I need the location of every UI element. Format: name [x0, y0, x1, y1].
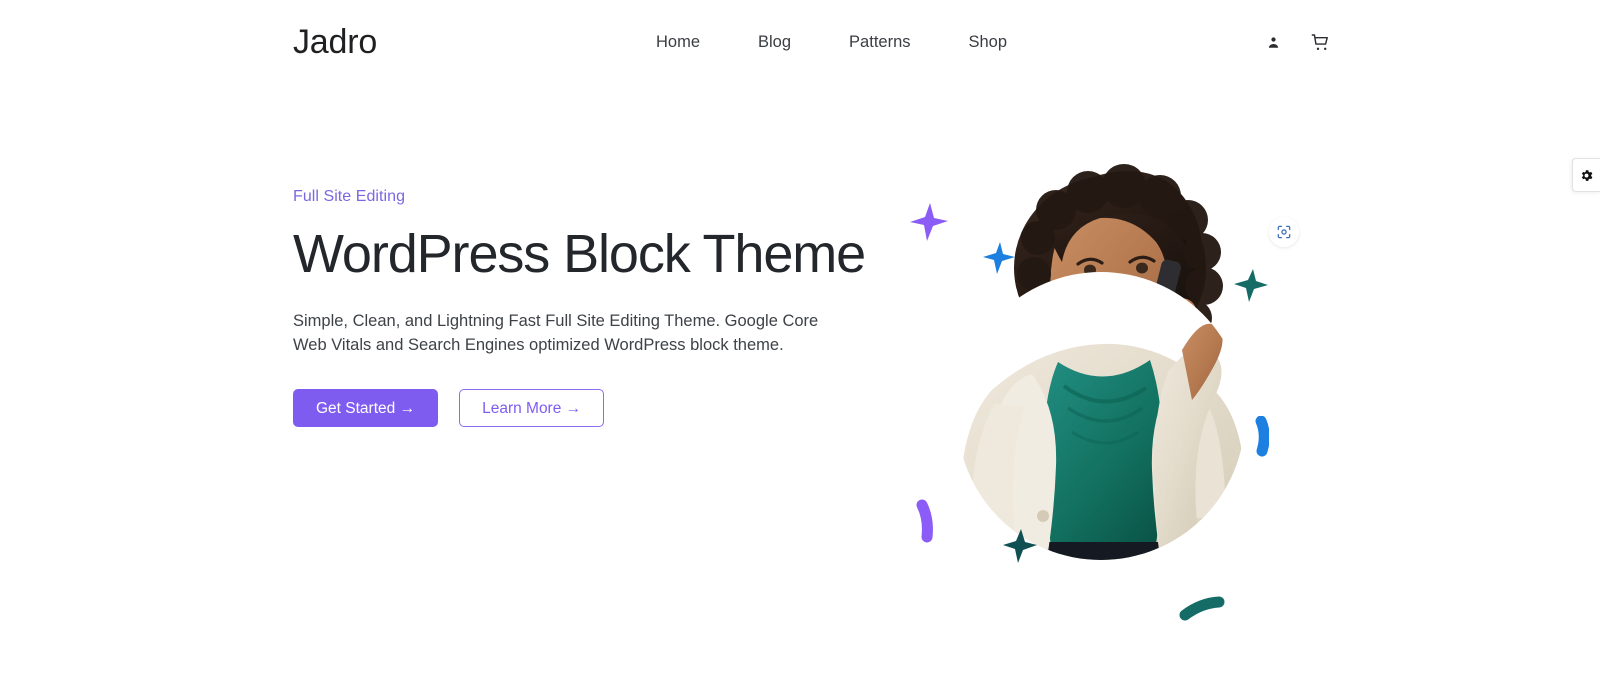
squiggle-blue-right — [1255, 416, 1269, 457]
squiggle-purple-left — [916, 499, 933, 543]
nav-item-blog[interactable]: Blog — [729, 29, 820, 55]
page-root: Jadro Home Blog Patterns Shop Full Site … — [0, 0, 1600, 689]
nav-item-shop[interactable]: Shop — [940, 29, 1037, 55]
hero-media — [895, 124, 1315, 621]
primary-navigation: Home Blog Patterns Shop — [656, 29, 1036, 55]
star-blue-upper-left — [983, 242, 1015, 274]
hero-eyebrow: Full Site Editing — [293, 188, 406, 205]
site-logo[interactable]: Jadro — [293, 25, 377, 59]
hero-photo — [957, 272, 1245, 560]
image-search-icon[interactable] — [1269, 217, 1299, 247]
cart-icon[interactable] — [1308, 30, 1332, 54]
hero-description: Simple, Clean, and Lightning Fast Full S… — [293, 312, 819, 354]
nav-item-patterns[interactable]: Patterns — [820, 29, 939, 55]
hero-section: Full Site Editing WordPress Block Theme … — [0, 84, 1600, 689]
header-inner: Jadro Home Blog Patterns Shop — [293, 0, 1328, 84]
learn-more-button[interactable]: Learn More → — [459, 389, 605, 428]
account-icon[interactable] — [1261, 30, 1285, 54]
hero-heading: WordPress Block Theme — [293, 224, 866, 284]
squiggle-teal-bottom — [1179, 596, 1225, 621]
nav-item-home[interactable]: Home — [656, 29, 729, 55]
settings-side-tab[interactable] — [1572, 158, 1600, 192]
gear-icon — [1581, 169, 1593, 181]
header-tools — [1261, 30, 1332, 54]
star-purple-top-left — [910, 203, 948, 241]
get-started-button[interactable]: Get Started → — [293, 389, 439, 428]
hero-copy: Full Site Editing WordPress Block Theme … — [293, 184, 893, 428]
hero-actions: Get Started → Learn More → — [293, 389, 893, 428]
site-header: Jadro Home Blog Patterns Shop — [0, 0, 1600, 84]
